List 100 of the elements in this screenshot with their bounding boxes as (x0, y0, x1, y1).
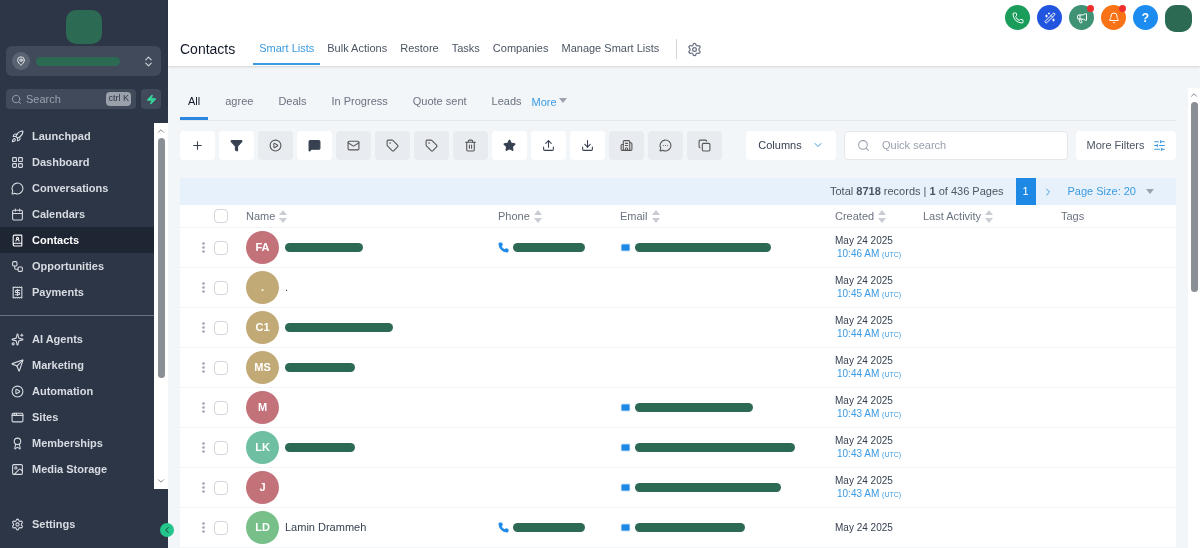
nav-item[interactable]: Dashboard (0, 149, 154, 175)
sort-icon[interactable] (651, 209, 660, 223)
nav-item[interactable]: Media Storage (0, 456, 154, 482)
nav-item[interactable]: Contacts (0, 227, 154, 253)
sort-icon[interactable] (985, 209, 994, 223)
sort-icon[interactable] (279, 209, 288, 223)
quick-action-button[interactable] (1005, 5, 1030, 30)
created-date: May 24 2025 (835, 274, 894, 287)
row-checkbox[interactable] (214, 400, 228, 415)
smart-list-tab[interactable]: All (180, 86, 209, 120)
notification-badge (1119, 5, 1126, 12)
nav-item[interactable]: Opportunities (0, 253, 154, 279)
account-switcher[interactable] (6, 46, 161, 76)
mail-icon (620, 442, 631, 453)
location-icon (12, 52, 30, 70)
quick-action-button[interactable] (1069, 5, 1094, 30)
tag-plus-icon (386, 138, 399, 152)
contact-name[interactable]: Lamin Drammeh (285, 519, 367, 536)
select-all-checkbox[interactable] (214, 209, 228, 223)
toolbar-button[interactable] (219, 130, 254, 160)
drag-handle-icon[interactable] (202, 322, 205, 333)
scrollbar[interactable] (1188, 88, 1200, 548)
row-checkbox[interactable] (214, 480, 228, 495)
tab[interactable]: Manage Smart Lists (555, 34, 666, 65)
nav-item[interactable]: Settings (0, 514, 140, 534)
column-header[interactable]: Phone (498, 207, 530, 225)
quick-action-button[interactable] (1101, 5, 1126, 30)
nav-item[interactable]: Sites (0, 404, 154, 430)
nav-item[interactable]: Calendars (0, 201, 154, 227)
plus-icon (191, 138, 204, 152)
nav-item[interactable]: Conversations (0, 175, 154, 201)
mail-icon (620, 242, 631, 253)
settings-icon[interactable] (687, 42, 703, 57)
quick-add-button[interactable] (141, 89, 161, 109)
drag-handle-icon[interactable] (202, 402, 205, 413)
scrollbar-thumb[interactable] (1190, 102, 1198, 292)
column-header[interactable]: Email (620, 207, 648, 225)
column-header[interactable]: Tags (1061, 207, 1085, 225)
search-field[interactable]: Search ctrl K (6, 89, 136, 109)
drag-handle-icon[interactable] (202, 242, 205, 253)
toolbar-button[interactable] (492, 130, 527, 160)
magic-wand-icon (1043, 11, 1056, 24)
mail-icon (620, 482, 631, 493)
redaction-mark (66, 10, 102, 44)
tab[interactable]: Companies (486, 34, 555, 65)
smart-list-tab[interactable]: Quote sent (404, 86, 475, 120)
nav-item[interactable]: Memberships (0, 430, 154, 456)
created-date: May 24 2025 (835, 521, 894, 534)
nav-item[interactable]: Launchpad (0, 123, 154, 149)
column-header[interactable]: Last Activity (923, 207, 982, 225)
row-checkbox[interactable] (214, 440, 228, 455)
tab[interactable]: Bulk Actions (321, 34, 394, 65)
toolbar-button[interactable] (531, 130, 566, 160)
megaphone-icon (1075, 11, 1088, 24)
mail-icon (620, 402, 631, 413)
sort-icon[interactable] (878, 209, 887, 223)
drag-handle-icon[interactable] (202, 282, 205, 293)
row-checkbox[interactable] (214, 520, 228, 535)
page-title: Contacts (180, 40, 236, 59)
more-filters-button[interactable]: More Filters (1076, 130, 1176, 160)
smart-list-tab[interactable]: agree (217, 86, 262, 120)
nav-item[interactable]: Automation (0, 378, 154, 404)
drag-handle-icon[interactable] (202, 442, 205, 453)
table-row[interactable]: LD Lamin Drammeh May 24 2025 (180, 508, 1176, 548)
quick-action-button[interactable] (1037, 5, 1062, 30)
column-header[interactable]: Name (246, 207, 276, 225)
toolbar-button[interactable] (297, 130, 332, 160)
settings-icon (11, 517, 24, 531)
columns-button[interactable]: Columns (746, 130, 836, 160)
smart-list-tab[interactable]: Leads (483, 86, 530, 120)
drag-handle-icon[interactable] (202, 362, 205, 373)
page-button[interactable]: 1 (1015, 178, 1036, 205)
sort-icon[interactable] (533, 209, 542, 223)
nav-item[interactable]: Payments (0, 279, 154, 305)
smart-list-tab[interactable]: In Progress (323, 86, 396, 120)
created-date: May 24 2025 (835, 394, 894, 407)
chat-icon (659, 138, 672, 152)
drag-handle-icon[interactable] (202, 522, 205, 533)
column-header[interactable]: Created (835, 207, 875, 225)
drag-handle-icon[interactable] (202, 482, 205, 493)
toolbar-button[interactable] (570, 130, 605, 160)
chevron-updown-icon (142, 54, 155, 68)
row-checkbox[interactable] (214, 320, 228, 335)
created-date: May 24 2025 (835, 354, 894, 367)
nav-item[interactable]: AI Agents (0, 326, 154, 352)
scrollbar[interactable] (154, 123, 168, 489)
nav-item[interactable]: Marketing (0, 352, 154, 378)
paper-plane-icon (11, 358, 24, 372)
help-label: ? (1141, 9, 1150, 27)
row-checkbox[interactable] (214, 240, 228, 255)
mail-icon (620, 522, 631, 533)
row-checkbox[interactable] (214, 280, 228, 295)
scrollbar-thumb[interactable] (157, 138, 165, 378)
contact-name[interactable]: . (285, 279, 289, 296)
row-checkbox[interactable] (214, 360, 228, 375)
collapse-button[interactable] (160, 523, 174, 537)
tab[interactable]: Tasks (445, 34, 486, 65)
building-icon (620, 138, 633, 152)
tab[interactable]: Restore (394, 34, 445, 65)
smart-list-tab[interactable]: Deals (270, 86, 315, 120)
